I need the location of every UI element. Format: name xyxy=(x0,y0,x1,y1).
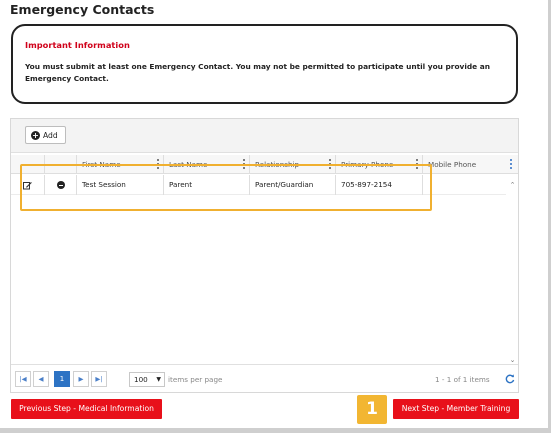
scroll-up-icon[interactable]: ⌃ xyxy=(509,181,516,189)
edit-cell xyxy=(11,175,45,195)
first-page-icon: |◀ xyxy=(19,375,27,383)
cell-primary-phone: 705-897-2154 xyxy=(336,175,423,195)
header-relationship-label: Relationship xyxy=(255,160,300,169)
add-icon: + xyxy=(31,130,40,140)
next-page-icon: ▶ xyxy=(78,375,84,383)
page-title: Emergency Contacts xyxy=(10,2,155,17)
info-heading: Important Information xyxy=(25,40,130,50)
header-delete-column xyxy=(45,155,77,174)
current-page-button[interactable]: 1 xyxy=(54,371,70,387)
scroll-down-icon[interactable]: ⌄ xyxy=(509,356,516,364)
emergency-contacts-grid: + Add First Name Last Name Relationship … xyxy=(10,118,519,393)
cell-first-name: Test Session xyxy=(77,175,164,195)
grid-pager: |◀ ◀ 1 ▶ ▶| 100 ▼ items per page 1 - 1 o… xyxy=(11,364,518,392)
header-last-name[interactable]: Last Name xyxy=(164,155,250,174)
dropdown-caret-icon: ▼ xyxy=(156,376,161,383)
table-row[interactable]: Test Session Parent Parent/Guardian 705-… xyxy=(11,175,506,195)
header-edit-column xyxy=(11,155,45,174)
vertical-scrollbar[interactable]: ⌃ ⌄ xyxy=(507,175,518,370)
add-button-label: Add xyxy=(43,130,58,140)
prev-page-button[interactable]: ◀ xyxy=(33,371,49,387)
important-info-box: Important Information You must submit at… xyxy=(11,24,518,104)
header-last-name-label: Last Name xyxy=(169,160,208,169)
column-menu-icon[interactable] xyxy=(416,159,418,169)
refresh-icon[interactable] xyxy=(505,374,515,384)
remove-icon[interactable] xyxy=(57,181,65,189)
column-menu-icon[interactable] xyxy=(157,159,159,169)
grid-header-row: First Name Last Name Relationship Primar… xyxy=(11,155,518,174)
header-mobile-phone[interactable]: Mobile Phone xyxy=(423,155,518,174)
step-number-badge: 1 xyxy=(357,395,387,424)
column-menu-icon[interactable] xyxy=(243,159,245,169)
cell-mobile-phone xyxy=(423,175,506,195)
next-step-button[interactable]: Next Step - Member Training xyxy=(393,399,519,419)
grid-toolbar: + Add xyxy=(11,119,518,153)
cell-last-name: Parent xyxy=(164,175,250,195)
info-message: You must submit at least one Emergency C… xyxy=(25,62,490,83)
page-size-value: 100 xyxy=(134,375,148,384)
header-relationship[interactable]: Relationship xyxy=(250,155,336,174)
last-page-icon: ▶| xyxy=(95,375,103,383)
edit-icon[interactable] xyxy=(23,181,32,190)
previous-step-button[interactable]: Previous Step - Medical Information xyxy=(11,399,162,419)
header-first-name-label: First Name xyxy=(82,160,121,169)
delete-cell xyxy=(45,175,77,195)
column-menu-icon[interactable] xyxy=(510,159,512,169)
next-page-button[interactable]: ▶ xyxy=(73,371,89,387)
prev-page-icon: ◀ xyxy=(38,375,44,383)
header-primary-phone[interactable]: Primary Phone xyxy=(336,155,423,174)
last-page-button[interactable]: ▶| xyxy=(91,371,107,387)
window-frame-bottom xyxy=(0,428,551,433)
header-primary-phone-label: Primary Phone xyxy=(341,160,394,169)
header-mobile-phone-label: Mobile Phone xyxy=(428,160,477,169)
cell-relationship: Parent/Guardian xyxy=(250,175,336,195)
page-size-select[interactable]: 100 ▼ xyxy=(129,372,165,387)
header-first-name[interactable]: First Name xyxy=(77,155,164,174)
column-menu-icon[interactable] xyxy=(329,159,331,169)
items-range-label: 1 - 1 of 1 items xyxy=(435,375,490,384)
first-page-button[interactable]: |◀ xyxy=(15,371,31,387)
add-contact-button[interactable]: + Add xyxy=(25,126,66,144)
per-page-label: items per page xyxy=(168,375,223,384)
